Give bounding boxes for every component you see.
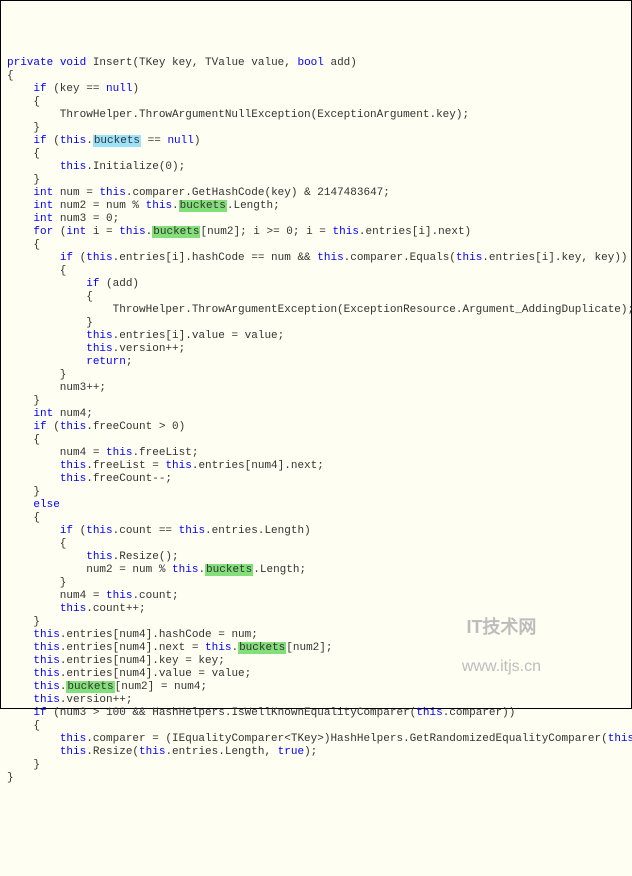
line: } <box>7 577 66 589</box>
line: int num3 = 0; <box>7 213 119 225</box>
line: } <box>7 486 40 498</box>
line: { <box>7 538 66 550</box>
line: num4 = this.freeList; <box>7 447 198 459</box>
line: this.count++; <box>7 603 146 615</box>
line: this.Initialize(0); <box>7 161 185 173</box>
highlight-buckets: buckets <box>238 642 286 654</box>
line: if (this.freeCount > 0) <box>7 421 185 433</box>
highlight-buckets: buckets <box>66 681 114 693</box>
line: int num4; <box>7 408 93 420</box>
line: if (key == null) <box>7 83 139 95</box>
line: } <box>7 122 40 134</box>
highlight-buckets: buckets <box>93 135 141 147</box>
line: else <box>7 499 60 511</box>
highlight-buckets: buckets <box>152 226 200 238</box>
line: { <box>7 512 40 524</box>
line: this.entries[num4].next = this.buckets[n… <box>7 642 333 654</box>
line: this.entries[num4].value = value; <box>7 668 251 680</box>
line: if (add) <box>7 278 139 290</box>
line: ThrowHelper.ThrowArgumentException(Excep… <box>7 304 632 316</box>
line: } <box>7 616 40 628</box>
line: } <box>7 395 40 407</box>
line: { <box>7 434 40 446</box>
highlight-buckets: buckets <box>205 564 253 576</box>
line: { <box>7 70 14 82</box>
line: ThrowHelper.ThrowArgumentNullException(E… <box>7 109 469 121</box>
code-block: private void Insert(TKey key, TValue val… <box>7 57 625 785</box>
line: this.version++; <box>7 694 132 706</box>
line: this.comparer = (IEqualityComparer<TKey>… <box>7 733 632 745</box>
line: return; <box>7 356 132 368</box>
line: for (int i = this.buckets[num2]; i >= 0;… <box>7 226 471 238</box>
line: { <box>7 265 66 277</box>
line: int num = this.comparer.GetHashCode(key)… <box>7 187 390 199</box>
line: } <box>7 174 40 186</box>
line: this.entries[i].value = value; <box>7 330 284 342</box>
line: this.entries[num4].key = key; <box>7 655 225 667</box>
line: this.version++; <box>7 343 185 355</box>
line: if (this.entries[i].hashCode == num && t… <box>7 252 628 264</box>
line: num4 = this.count; <box>7 590 179 602</box>
line: private void Insert(TKey key, TValue val… <box>7 57 357 69</box>
line: if (this.buckets == null) <box>7 135 200 147</box>
line: this.Resize(this.entries.Length, true); <box>7 746 317 758</box>
line: num2 = num % this.buckets.Length; <box>7 564 306 576</box>
line: this.freeCount--; <box>7 473 172 485</box>
line: } <box>7 317 93 329</box>
line: } <box>7 772 14 784</box>
line: this.entries[num4].hashCode = num; <box>7 629 258 641</box>
line: int num2 = num % this.buckets.Length; <box>7 200 280 212</box>
line: { <box>7 720 40 732</box>
line: { <box>7 239 40 251</box>
line: if (this.count == this.entries.Length) <box>7 525 311 537</box>
line: { <box>7 291 93 303</box>
line: } <box>7 369 66 381</box>
line: { <box>7 96 40 108</box>
line: { <box>7 148 40 160</box>
highlight-buckets: buckets <box>179 200 227 212</box>
line: num3++; <box>7 382 106 394</box>
line: this.buckets[num2] = num4; <box>7 681 207 693</box>
line: this.freeList = this.entries[num4].next; <box>7 460 324 472</box>
line: this.Resize(); <box>7 551 179 563</box>
line: } <box>7 759 40 771</box>
